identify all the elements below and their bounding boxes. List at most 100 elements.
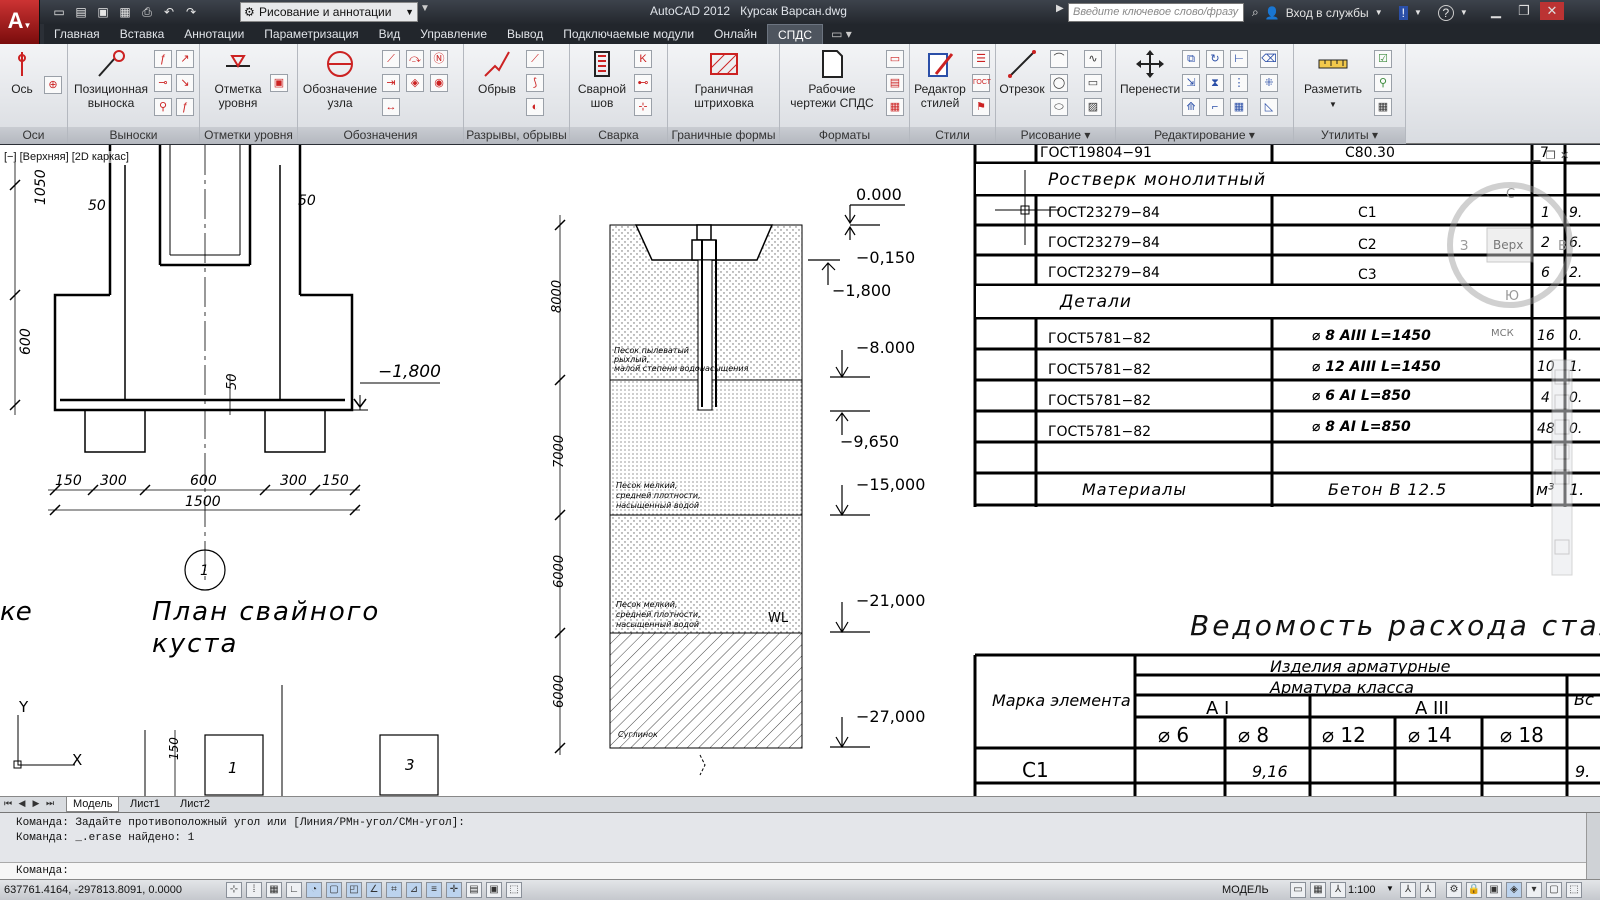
redo-icon[interactable]: ↷ [182,4,200,20]
tab-annotate[interactable]: Аннотации [174,24,254,44]
stretch-icon[interactable]: ⇲ [1182,74,1200,92]
coordinates-readout[interactable]: 637761.4164, -297813.8091, 0.0000 [4,884,182,896]
search-toggle-icon[interactable]: ▶ [1056,3,1064,14]
quick-select-icon[interactable]: ⚲ [1374,74,1392,92]
mirror-icon[interactable]: ⧗ [1206,74,1224,92]
select-icon[interactable]: ☑ [1374,50,1392,68]
auto-scale-icon[interactable]: ⅄ [1420,882,1436,898]
application-menu-button[interactable]: A▼ [0,0,40,44]
toolbar-lock-icon[interactable]: 🔒 [1466,882,1482,898]
weld-mark-icon[interactable]: ⊹ [634,98,652,116]
calculator-icon[interactable]: ▦ [1374,98,1392,116]
annotation-visibility-icon[interactable]: ⅄ [1400,882,1416,898]
fullscreen-icon[interactable]: ⬚ [1566,882,1582,898]
save-as-icon[interactable]: ▦ [116,4,134,20]
break-line-icon[interactable]: ⟋ [526,50,544,68]
first-tab-icon[interactable]: ⏮ [2,798,14,809]
hardware-acceleration-icon[interactable]: ▣ [1486,882,1502,898]
spds-sheets-button[interactable]: Рабочие чертежи СПДС [784,48,880,110]
open-file-icon[interactable]: ▤ [72,4,90,20]
polar-icon[interactable]: ◔ [306,882,322,898]
grid-array-icon[interactable]: ▦ [1230,98,1248,116]
annotation-scale[interactable]: 1:100 [1348,884,1376,896]
tab-parametric[interactable]: Параметризация [254,24,368,44]
ortho-icon[interactable]: ∟ [286,882,302,898]
place-button[interactable]: Разметить ▼ [1298,48,1368,112]
qat-menu-icon[interactable]: ▼ [420,3,430,14]
viewport-controls[interactable]: [−] [Верхняя] [2D каркас] [4,151,129,163]
spline-icon[interactable]: ∿ [1084,50,1102,68]
circle-icon[interactable]: ◯ [1050,74,1068,92]
viewport-restore-icon[interactable]: ❐ [1546,149,1556,162]
quick-view-layouts-icon[interactable]: ▭ [1290,882,1306,898]
style-editor-button[interactable]: Редактор стилей [912,48,968,110]
infer-constraints-icon[interactable]: ⊹ [226,882,242,898]
viewcube-top[interactable]: Верх [1493,238,1523,252]
transparency-icon[interactable]: ▤ [466,882,482,898]
gost-icon[interactable]: ГОСТ [972,74,991,92]
move-button[interactable]: Перенести [1120,48,1180,96]
rotate-icon[interactable]: ↻ [1206,50,1224,68]
format-table-icon[interactable]: ▦ [886,98,904,116]
otrack-icon[interactable]: ∠ [366,882,382,898]
tab-insert[interactable]: Вставка [110,24,175,44]
status-menu-icon[interactable]: ▾ [1526,882,1542,898]
selection-cycling-icon[interactable]: ⬚ [506,882,522,898]
snap-icon[interactable]: ⁞ [246,882,262,898]
viewport-minimize-icon[interactable]: ▁ [1531,149,1541,162]
leader-link-icon[interactable]: ⚲ [154,98,172,116]
clean-screen-icon[interactable]: ▢ [1546,882,1562,898]
ducs-icon[interactable]: ⌗ [386,882,402,898]
new-file-icon[interactable]: ▭ [50,4,68,20]
leader-note-icon[interactable]: ↗ [176,50,194,68]
tab-online[interactable]: Онлайн [704,24,767,44]
axis-button[interactable]: Ось [6,48,38,96]
minimize-icon[interactable]: ▁ [1484,2,1508,20]
hatch-small-icon[interactable]: ▨ [1084,98,1102,116]
style-tag-icon[interactable]: ⚑ [972,98,990,116]
viewcube-east[interactable]: В [1558,239,1567,254]
tab-sheet1[interactable]: Лист1 [124,797,166,812]
command-scrollbar[interactable] [1586,813,1600,879]
break-pipe-icon[interactable]: ◐ [526,98,544,116]
position-leader-button[interactable]: Позиционная выноска [70,48,152,110]
model-space-toggle[interactable]: МОДЕЛЬ [1222,884,1269,896]
chevron-down-icon[interactable]: ▼ [1460,8,1468,17]
3d-osnap-icon[interactable]: ◰ [346,882,362,898]
drawing-area[interactable]: [−] [Верхняя] [2D каркас] 1050 600 50 50… [0,145,1600,796]
workspace-dropdown[interactable]: ⚙ Рисование и аннотации ▼ [240,2,418,22]
quick-properties-icon[interactable]: ▣ [486,882,502,898]
print-icon[interactable]: ⎙ [138,4,156,20]
dyn-icon[interactable]: ⊿ [406,882,422,898]
fragment-icon[interactable]: ◈ [406,74,424,92]
search-input[interactable]: Введите ключевое слово/фразу [1068,3,1244,22]
save-icon[interactable]: ▣ [94,4,112,20]
weld-k-icon[interactable]: K [634,50,652,68]
viewcube-west[interactable]: З [1460,239,1468,254]
weld-point-icon[interactable]: ⊷ [634,74,652,92]
node-symbol-button[interactable]: Обозначение узла [300,48,380,110]
north-icon[interactable]: Ⓝ [430,50,448,68]
break-button[interactable]: Обрыв [472,48,522,96]
tab-home[interactable]: Главная [44,24,110,44]
break-curve-icon[interactable]: ⟆ [526,74,544,92]
undo-icon[interactable]: ↶ [160,4,178,20]
level-plan-icon[interactable]: ▣ [270,74,288,92]
dimension-icon[interactable]: ↔ [382,98,400,116]
isolate-objects-icon[interactable]: ◈ [1506,882,1522,898]
cut-line-icon[interactable]: ⟋ [382,50,400,68]
tab-plugins[interactable]: Подключаемые модули [553,24,704,44]
leader-frame-icon[interactable]: ƒ [176,98,194,116]
leader-multi-icon[interactable]: ⊸ [154,74,172,92]
close-icon[interactable]: ✕ [1540,2,1564,20]
prev-tab-icon[interactable]: ◀ [16,798,28,809]
copy-icon[interactable]: ⧉ [1182,50,1200,68]
fillet-icon[interactable]: ⌐ [1206,98,1224,116]
chamfer-icon[interactable]: ◺ [1260,98,1278,116]
trim-icon[interactable]: ⊢ [1230,50,1248,68]
tab-sheet2[interactable]: Лист2 [174,797,216,812]
tab-model[interactable]: Модель [66,797,120,812]
view-arrow-icon[interactable]: ⤼ [406,50,424,68]
dynamic-input-icon[interactable]: ✛ [446,882,462,898]
erase-icon[interactable]: ⌫ [1260,50,1278,68]
